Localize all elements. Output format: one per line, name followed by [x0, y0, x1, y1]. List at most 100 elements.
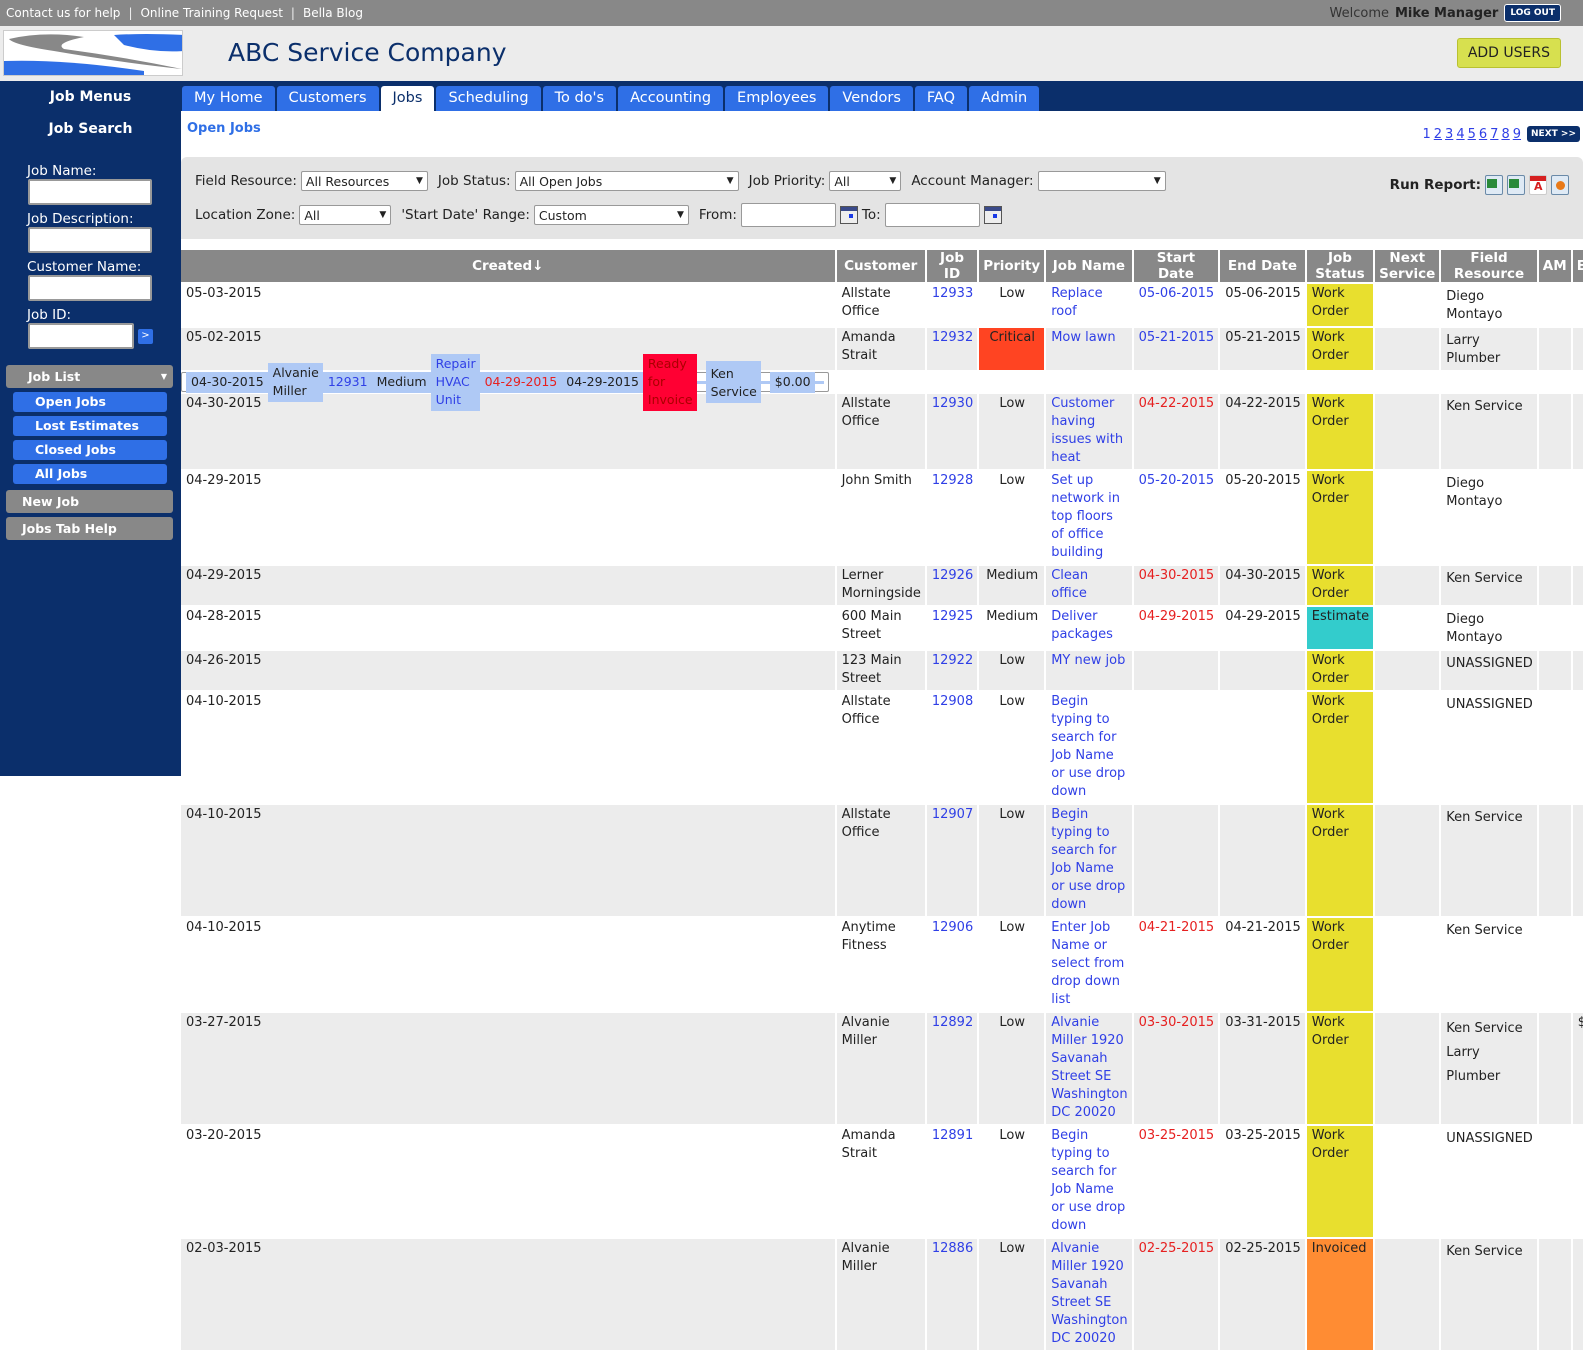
job-id-search-button[interactable]: >: [138, 328, 153, 344]
table-row[interactable]: 05-03-2015 Allstate Office 12933 Low Replace…: [181, 284, 1583, 326]
col-job-id[interactable]: Job ID: [926, 250, 978, 282]
customer-name-input[interactable]: [28, 275, 152, 301]
tab-accounting[interactable]: Accounting: [618, 86, 724, 111]
table-row[interactable]: 04-30-2015 Allstate Office 12930 Low Custome…: [181, 394, 1583, 469]
page-link[interactable]: 4: [1456, 127, 1464, 142]
job-name-link[interactable]: Set up network in top floors of office b…: [1051, 473, 1120, 560]
col-created[interactable]: Created↓: [181, 250, 835, 282]
tab-customers[interactable]: Customers: [276, 86, 379, 111]
table-row[interactable]: 04-29-2015 John Smith 12928 Low Set up netwo…: [181, 471, 1583, 564]
col-estimate[interactable]: Estimate: [1572, 250, 1583, 282]
tab-vendors[interactable]: Vendors: [830, 86, 913, 111]
job-id-link[interactable]: 12926: [932, 568, 973, 583]
page-link[interactable]: 9: [1513, 127, 1521, 142]
table-row[interactable]: 04-10-2015 Allstate Office 12907 Low Begin t…: [181, 805, 1583, 916]
to-date-input[interactable]: [884, 203, 980, 227]
job-id-link[interactable]: 12908: [932, 694, 973, 709]
pdf-icon[interactable]: [1529, 175, 1547, 195]
job-name-input[interactable]: [28, 179, 152, 205]
job-name-link[interactable]: Alvanie Miller 1920 Savanah Street SE Wa…: [1051, 1241, 1127, 1346]
page-link[interactable]: 7: [1490, 127, 1498, 142]
col-customer[interactable]: Customer: [836, 250, 925, 282]
col-job-name[interactable]: Job Name: [1046, 250, 1132, 282]
job-id-link[interactable]: 12931: [328, 374, 368, 389]
job-id-input[interactable]: [28, 323, 134, 349]
job-description-input[interactable]: [28, 227, 152, 253]
job-name-link[interactable]: Replace roof: [1051, 286, 1102, 319]
col-am[interactable]: AM: [1538, 250, 1571, 282]
job-name-link[interactable]: MY new job: [1051, 653, 1125, 668]
job-id-link[interactable]: 12922: [932, 653, 973, 668]
next-page-button[interactable]: NEXT >>: [1527, 126, 1580, 142]
date-range-select[interactable]: Custom ▼: [533, 205, 689, 225]
job-id-link[interactable]: 12886: [932, 1241, 973, 1256]
tab-employees[interactable]: Employees: [725, 86, 829, 111]
col-priority[interactable]: Priority: [979, 250, 1045, 282]
sidebar-item-lost-estimates[interactable]: Lost Estimates: [13, 416, 167, 436]
web-icon[interactable]: [1551, 175, 1569, 195]
page-link[interactable]: 2: [1434, 127, 1442, 142]
logout-button[interactable]: LOG OUT: [1504, 4, 1561, 22]
table-row[interactable]: 04-30-2015 Alvanie Miller 12931 Medium Repai…: [181, 353, 829, 411]
calendar-icon[interactable]: [983, 206, 1002, 224]
job-name-link[interactable]: Begin typing to search for Job Name or u…: [1051, 1128, 1125, 1233]
col-start-date[interactable]: Start Date: [1133, 250, 1219, 282]
jobs-tab-help-button[interactable]: Jobs Tab Help: [6, 517, 173, 540]
excel-icon[interactable]: [1485, 175, 1503, 195]
page-link[interactable]: 8: [1501, 127, 1509, 142]
company-logo[interactable]: [3, 30, 183, 76]
calendar-icon[interactable]: [839, 206, 858, 224]
sidebar-item-open-jobs[interactable]: Open Jobs: [13, 392, 167, 412]
table-row[interactable]: 04-29-2015 Lerner Morningside 12926 Medium C…: [181, 566, 1583, 605]
table-row[interactable]: 03-27-2015 Alvanie Miller 12892 Low Alvanie …: [181, 1013, 1583, 1124]
job-name-link[interactable]: Deliver packages: [1051, 609, 1113, 642]
job-id-link[interactable]: 12933: [932, 286, 973, 301]
job-name-link[interactable]: Clean office: [1051, 568, 1088, 601]
contact-help-link[interactable]: Contact us for help: [6, 6, 120, 20]
tab-jobs[interactable]: Jobs: [380, 86, 435, 111]
job-name-link[interactable]: Customer having issues with heat: [1051, 396, 1123, 465]
tab-scheduling[interactable]: Scheduling: [436, 86, 541, 111]
sidebar-item-all-jobs[interactable]: All Jobs: [13, 464, 167, 484]
job-id-link[interactable]: 12907: [932, 807, 973, 822]
col-job-status[interactable]: Job Status: [1306, 250, 1374, 282]
new-job-button[interactable]: New Job: [6, 490, 173, 513]
table-row[interactable]: 04-28-2015 600 Main Street 12925 Medium Deli…: [181, 607, 1583, 649]
sidebar-item-closed-jobs[interactable]: Closed Jobs: [13, 440, 167, 460]
job-list-menu[interactable]: Job List ▼: [6, 365, 173, 388]
job-id-link[interactable]: 12932: [932, 330, 973, 345]
field-resource-select[interactable]: All Resources ▼: [300, 171, 428, 191]
job-id-link[interactable]: 12891: [932, 1128, 973, 1143]
account-manager-select[interactable]: ▼: [1037, 171, 1166, 191]
job-id-link[interactable]: 12906: [932, 920, 973, 935]
col-field-resource[interactable]: Field Resource: [1441, 250, 1537, 282]
job-name-link[interactable]: Enter Job Name or select from drop down …: [1051, 920, 1124, 1007]
add-users-button[interactable]: ADD USERS: [1456, 38, 1561, 68]
tab-faq[interactable]: FAQ: [914, 86, 968, 111]
job-name-link[interactable]: Mow lawn: [1051, 330, 1115, 345]
job-priority-select[interactable]: All ▼: [829, 171, 902, 191]
table-row[interactable]: 04-10-2015 Allstate Office 12908 Low Begin t…: [181, 692, 1583, 803]
blog-link[interactable]: Bella Blog: [303, 6, 363, 20]
training-request-link[interactable]: Online Training Request: [140, 6, 282, 20]
location-zone-select[interactable]: All ▼: [299, 205, 392, 225]
from-date-input[interactable]: [740, 203, 836, 227]
col-next-service[interactable]: Next Service: [1375, 250, 1440, 282]
table-row[interactable]: 05-02-2015 Amanda Strait 12932 Critical Mow …: [181, 328, 1583, 370]
col-end-date[interactable]: End Date: [1220, 250, 1305, 282]
job-name-link[interactable]: Begin typing to search for Job Name or u…: [1051, 694, 1125, 799]
table-row[interactable]: 03-20-2015 Amanda Strait 12891 Low Begin typ…: [181, 1126, 1583, 1237]
job-id-link[interactable]: 12925: [932, 609, 973, 624]
table-row[interactable]: 04-10-2015 Anytime Fitness 12906 Low Enter J…: [181, 918, 1583, 1011]
page-link[interactable]: 5: [1468, 127, 1476, 142]
excel-list-icon[interactable]: [1507, 175, 1525, 195]
page-link[interactable]: 3: [1445, 127, 1453, 142]
tab-admin[interactable]: Admin: [969, 86, 1040, 111]
job-name-link[interactable]: Alvanie Miller 1920 Savanah Street SE Wa…: [1051, 1015, 1127, 1120]
table-row[interactable]: 02-03-2015 Alvanie Miller 12886 Low Alvanie …: [181, 1239, 1583, 1350]
tab-my-home[interactable]: My Home: [182, 86, 275, 111]
job-id-link[interactable]: 12928: [932, 473, 973, 488]
page-link[interactable]: 6: [1479, 127, 1487, 142]
job-name-link[interactable]: Begin typing to search for Job Name or u…: [1051, 807, 1125, 912]
table-row[interactable]: 04-26-2015 123 Main Street 12922 Low MY new …: [181, 651, 1583, 690]
